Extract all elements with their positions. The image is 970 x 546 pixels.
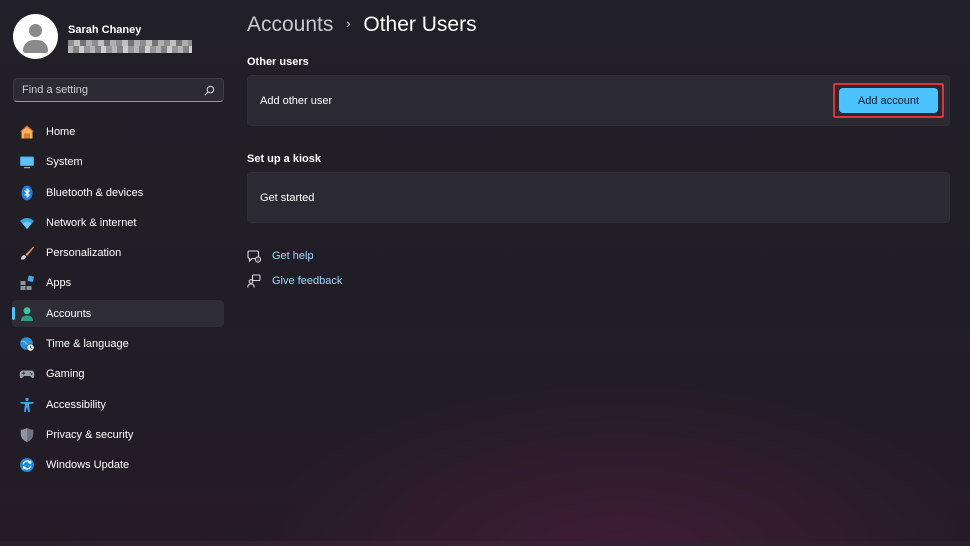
avatar-body (23, 40, 48, 53)
apps-icon (20, 276, 34, 291)
globe-clock-icon (20, 337, 35, 352)
sidebar-item-gaming[interactable]: Gaming (12, 360, 224, 387)
sidebar-nav: Home System Bluetooth & devices Network … (12, 118, 224, 482)
settings-window: Sarah Chaney Find a setting Home System … (0, 0, 970, 546)
user-name: Sarah Chaney (68, 24, 142, 36)
sidebar-item-label: Bluetooth & devices (46, 186, 144, 199)
kiosk-get-started-label: Get started (260, 192, 315, 204)
sidebar-item-label: Home (46, 126, 76, 138)
brush-icon (21, 246, 34, 260)
user-email-redacted (68, 40, 192, 53)
sidebar-item-label: Personalization (46, 247, 122, 260)
section-title-kiosk: Set up a kiosk (247, 153, 321, 165)
update-icon (20, 458, 34, 473)
sidebar-item-home[interactable]: Home (12, 118, 224, 145)
sidebar-item-privacy[interactable]: Privacy & security (12, 421, 224, 448)
get-help-link[interactable]: Get help (272, 250, 314, 262)
give-feedback-row[interactable]: Give feedback (247, 272, 342, 290)
sidebar-item-accounts[interactable]: Accounts (12, 299, 224, 327)
sidebar-item-time-language[interactable]: Time & language (12, 330, 224, 357)
sidebar-item-windows-update[interactable]: Windows Update (12, 451, 224, 478)
sidebar-item-label: System (46, 156, 83, 169)
help-chat-icon (247, 250, 261, 263)
sidebar-item-label: Privacy & security (46, 428, 134, 441)
sidebar-item-personalization[interactable]: Personalization (12, 239, 224, 266)
home-icon (20, 125, 34, 139)
taskbar-edge (0, 541, 970, 546)
search-input[interactable]: Find a setting (22, 84, 88, 96)
sidebar-item-label: Apps (46, 277, 72, 290)
breadcrumb-accounts-link[interactable]: Accounts (247, 13, 333, 36)
controller-icon (19, 370, 35, 379)
search-box[interactable]: Find a setting (13, 78, 224, 102)
feedback-icon (247, 274, 261, 288)
search-icon[interactable] (204, 85, 215, 96)
avatar (13, 14, 58, 59)
chevron-right-icon: › (346, 15, 351, 31)
sidebar-item-accessibility[interactable]: Accessibility (12, 391, 224, 418)
kiosk-get-started-card[interactable]: Get started (247, 172, 950, 223)
add-other-user-label: Add other user (260, 95, 333, 107)
shield-icon (20, 427, 34, 442)
accessibility-icon (20, 397, 34, 412)
add-account-button[interactable]: Add account (839, 88, 938, 113)
display-icon (20, 156, 34, 169)
sidebar-item-label: Accounts (46, 307, 92, 320)
bluetooth-icon (21, 185, 33, 201)
breadcrumb: Accounts › Other Users (247, 13, 477, 43)
page-title: Other Users (363, 13, 477, 36)
user-profile[interactable]: Sarah Chaney (13, 14, 233, 60)
sidebar-item-label: Time & language (46, 338, 129, 351)
sidebar-item-label: Accessibility (46, 398, 106, 411)
give-feedback-link[interactable]: Give feedback (272, 275, 342, 287)
sidebar-item-bluetooth[interactable]: Bluetooth & devices (12, 179, 224, 206)
sidebar-item-network[interactable]: Network & internet (12, 209, 224, 236)
get-help-row[interactable]: Get help (247, 247, 314, 265)
add-other-user-card: Add other user Add account (247, 75, 950, 126)
sidebar-item-apps[interactable]: Apps (12, 269, 224, 296)
sidebar-item-label: Windows Update (46, 459, 130, 472)
person-icon (21, 307, 33, 321)
wifi-icon (20, 217, 34, 229)
avatar-head (29, 24, 42, 37)
section-title-other-users: Other users (247, 56, 309, 68)
sidebar-item-label: Gaming (46, 368, 85, 381)
sidebar-item-label: Network & internet (46, 216, 137, 229)
sidebar-item-system[interactable]: System (12, 148, 224, 175)
